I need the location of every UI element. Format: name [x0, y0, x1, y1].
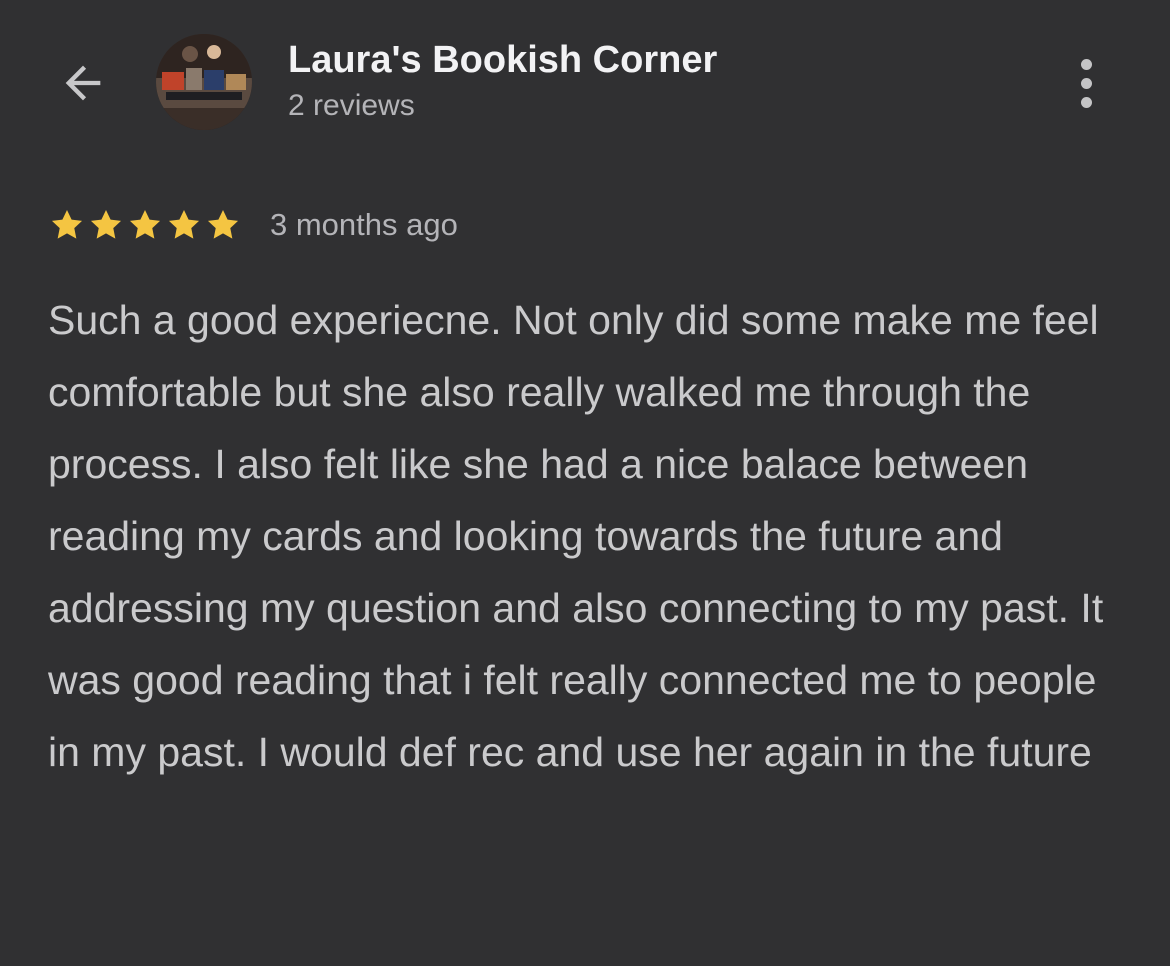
star-icon	[51, 209, 83, 239]
star-icon	[207, 209, 239, 239]
star-rating	[48, 206, 242, 244]
avatar-image	[156, 34, 252, 130]
more-vert-icon-dot	[1080, 77, 1092, 89]
review-text: Such a good experiecne. Not only did som…	[48, 297, 1104, 775]
more-vert-icon	[1080, 58, 1092, 70]
page-title: Laura's Bookish Corner	[288, 39, 718, 81]
back-button[interactable]	[50, 50, 116, 116]
star-icon	[129, 209, 161, 239]
more-options-button[interactable]	[1062, 50, 1110, 116]
arrow-back-icon	[65, 65, 101, 101]
review-time: 3 months ago	[270, 207, 458, 242]
reviews-count: 2 reviews	[288, 89, 415, 122]
star-icon	[168, 209, 200, 239]
avatar[interactable]	[156, 34, 252, 130]
more-vert-icon-dot	[1080, 96, 1092, 108]
star-icon	[90, 209, 122, 239]
review-meta: 3 months ago	[48, 202, 458, 248]
